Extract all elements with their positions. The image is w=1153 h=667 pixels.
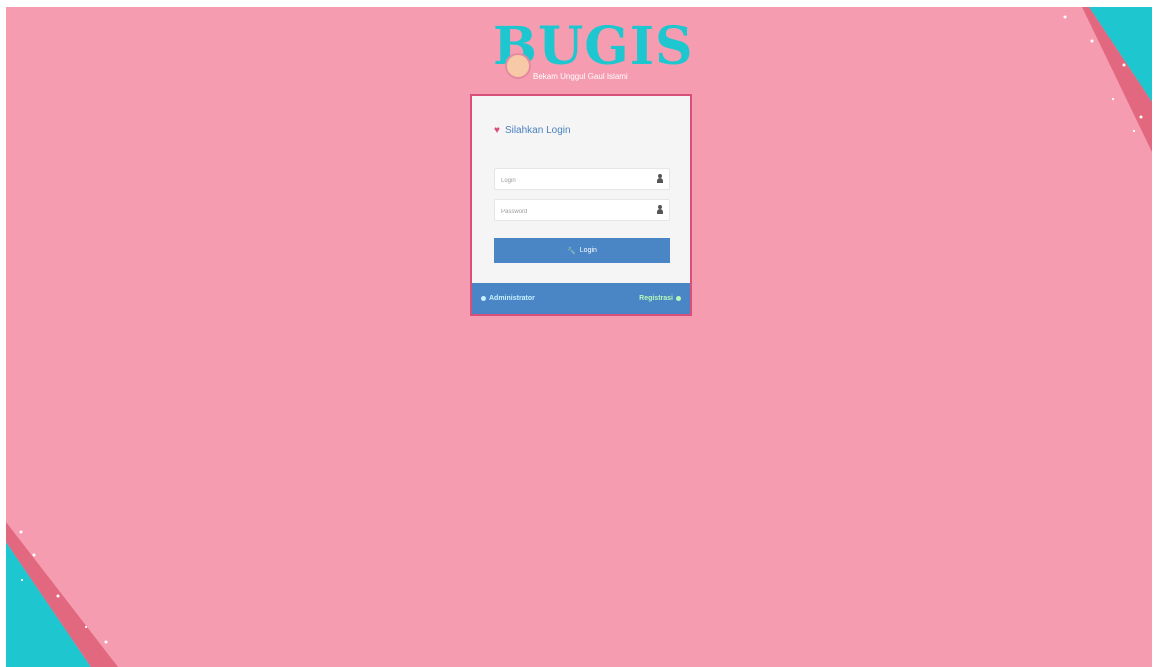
- login-title: ♥ Silahkan Login: [494, 125, 571, 136]
- top-right-decoration: [1063, 7, 1152, 152]
- heart-icon: ♥: [494, 125, 500, 136]
- lock-icon: [657, 205, 663, 214]
- register-link[interactable]: Registrasi: [639, 295, 684, 302]
- register-icon: [676, 296, 681, 301]
- login-button-label: Login: [579, 247, 597, 254]
- login-title-text: Silahkan Login: [504, 125, 571, 136]
- logo-tagline: Bekam Unggul Gaul Islami: [533, 72, 628, 81]
- user-icon: [657, 174, 663, 183]
- username-field[interactable]: [494, 168, 670, 191]
- administrator-label: Administrator: [489, 295, 535, 302]
- username-input[interactable]: [495, 171, 657, 191]
- bugis-logo: BUGIS Bekam Unggul Gaul Islami: [493, 16, 693, 87]
- administrator-link[interactable]: Administrator: [478, 295, 535, 302]
- password-input[interactable]: [495, 202, 657, 222]
- register-label: Registrasi: [639, 295, 673, 302]
- administrator-icon: [481, 296, 486, 301]
- password-field[interactable]: [494, 199, 670, 222]
- card-footer: Administrator Registrasi: [472, 283, 690, 314]
- bottom-left-decoration: [6, 522, 118, 667]
- logo-face-icon: [505, 53, 531, 79]
- login-button[interactable]: 🔧 Login: [494, 238, 670, 263]
- login-page-background: BUGIS Bekam Unggul Gaul Islami ♥ Silahka…: [6, 7, 1152, 667]
- key-icon: 🔧: [567, 247, 576, 255]
- login-card: ♥ Silahkan Login 🔧 Login Administrator R…: [470, 94, 692, 316]
